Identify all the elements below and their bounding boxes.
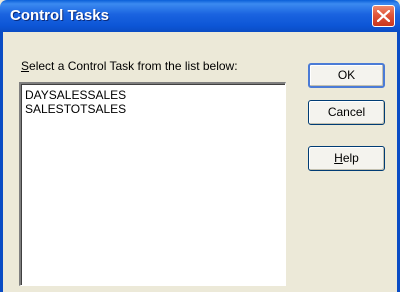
- title-bar[interactable]: Control Tasks: [0, 0, 400, 32]
- help-button-label: Help: [334, 151, 359, 165]
- window-frame-left: [0, 32, 3, 292]
- control-task-list[interactable]: DAYSALESSALES SALESTOTSALES: [19, 82, 286, 286]
- window-title: Control Tasks: [10, 7, 109, 24]
- cancel-button[interactable]: Cancel: [308, 100, 385, 125]
- close-button[interactable]: [372, 5, 395, 27]
- help-label-rest: elp: [342, 151, 359, 165]
- help-accelerator: H: [334, 151, 343, 165]
- close-icon: [377, 10, 390, 22]
- help-button[interactable]: Help: [308, 146, 385, 171]
- list-item[interactable]: SALESTOTSALES: [25, 102, 126, 116]
- list-prompt-label: Select a Control Task from the list belo…: [21, 59, 238, 73]
- prompt-text: elect a Control Task from the list below…: [29, 59, 238, 73]
- prompt-accelerator: S: [21, 59, 30, 73]
- list-item[interactable]: DAYSALESSALES: [25, 88, 126, 102]
- cancel-button-label: Cancel: [327, 105, 366, 119]
- ok-button[interactable]: OK: [308, 63, 385, 88]
- ok-button-label: OK: [337, 68, 356, 82]
